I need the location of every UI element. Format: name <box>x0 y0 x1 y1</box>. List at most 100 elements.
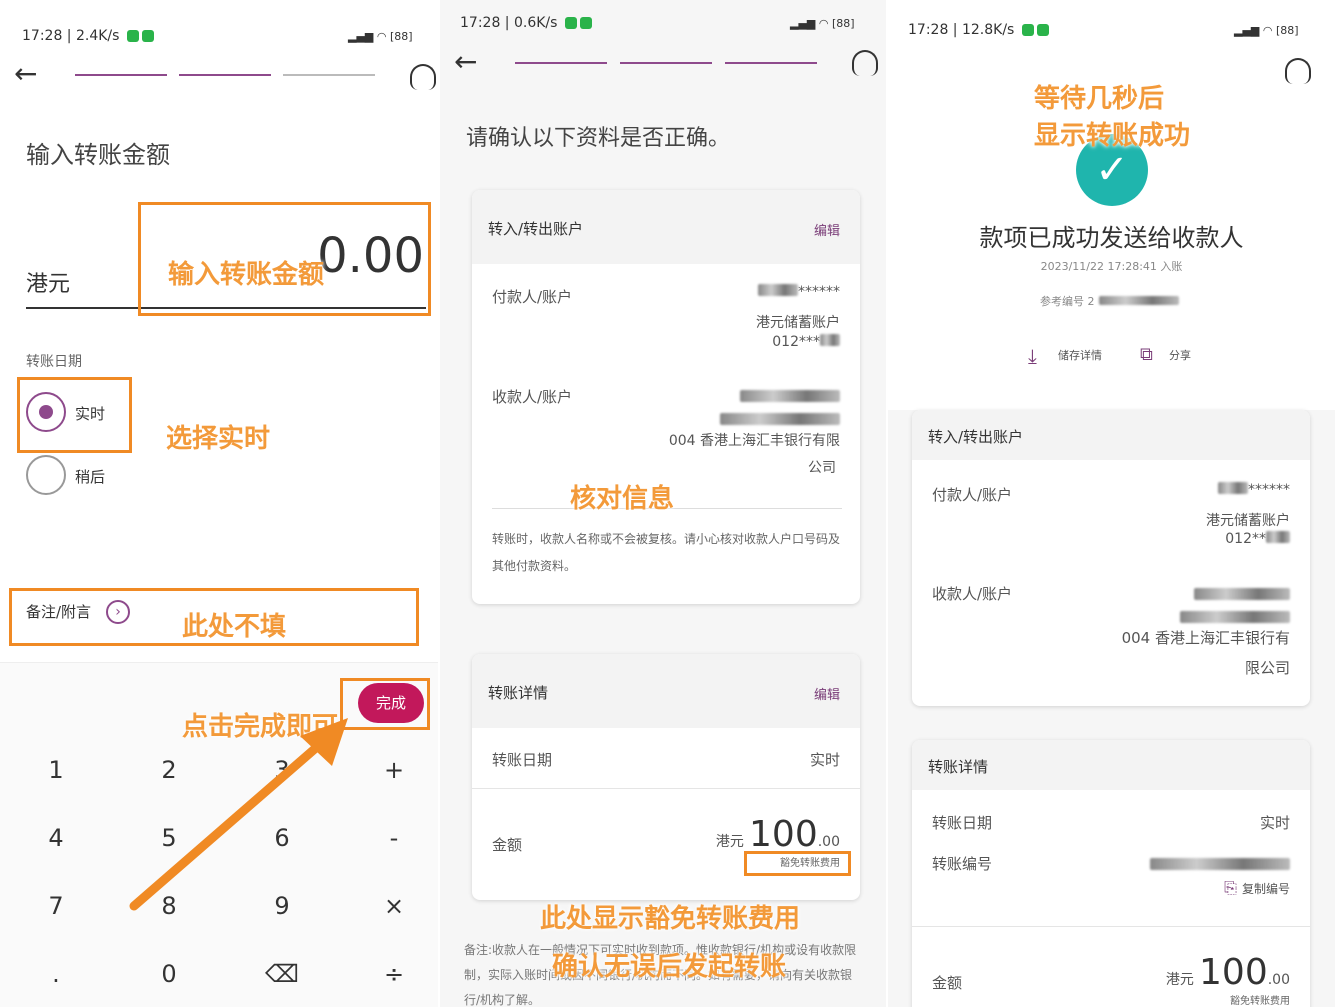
copy-icon: ⎘ <box>1224 878 1237 897</box>
currency: 港元 <box>715 834 744 850</box>
radio-later-label: 稍后 <box>75 468 106 486</box>
keypad-key[interactable]: - <box>374 824 414 852</box>
payee-label: 收款人/账户 <box>932 585 1013 603</box>
accounts-card-title: 转入/转出账户 <box>928 428 1024 446</box>
payee-account-redacted <box>1180 608 1290 627</box>
date-label: 转账日期 <box>26 354 82 370</box>
share-button[interactable]: 分享 <box>1169 347 1191 363</box>
accounts-card: 转入/转出账户 付款人/账户 ****** 港元储蓄账户 012** 收款人/账… <box>912 410 1310 706</box>
notification-icon <box>579 17 592 29</box>
success-timestamp: 2023/11/22 17:28:41 入账 <box>1040 260 1183 273</box>
payer-label: 付款人/账户 <box>492 288 573 306</box>
payer-label: 付款人/账户 <box>932 486 1013 504</box>
payee-account-redacted <box>720 410 840 429</box>
payer-account-type: 港元储蓄账户 <box>756 315 840 331</box>
save-details-button[interactable]: 储存详情 <box>1058 347 1102 363</box>
payee-verify-note: 转账时，收款人名称或不会被复核。请小心核对收款人户口号码及其他付款资料。 <box>492 532 841 573</box>
amount-label: 金额 <box>932 974 963 992</box>
success-title: 款项已成功发送给收款人 <box>979 224 1244 252</box>
amount-value: 港元 100.00 <box>716 814 840 855</box>
details-card-title: 转账详情 <box>488 684 549 702</box>
amount-value: 港元 100.00 <box>1166 952 1290 993</box>
back-arrow-icon[interactable]: ← <box>14 60 37 88</box>
transfer-ref-redacted <box>1150 855 1290 874</box>
annotation-wait-line2: 显示转账成功 <box>1034 121 1191 151</box>
status-bar: 17:28 | 12.8K/s <box>908 22 1049 38</box>
notification-icon <box>564 17 577 29</box>
keypad-key[interactable]: 0 <box>149 960 189 988</box>
copy-ref-button[interactable]: ⎘ 复制编号 <box>1224 878 1290 898</box>
progress-step-3 <box>283 74 375 76</box>
payee-bank-line1: 004 香港上海汇丰银行有限 <box>668 433 840 449</box>
annotation-box-now <box>17 377 132 453</box>
download-icon[interactable]: ⤓ <box>1028 344 1037 368</box>
progress-step-2 <box>179 74 271 76</box>
payer-name: ****** <box>758 284 840 300</box>
annotation-wait-line1: 等待几秒后 <box>1034 84 1165 114</box>
payer-account-no: 012*** <box>772 334 840 350</box>
progress-step-3 <box>725 62 817 64</box>
headset-support-icon[interactable] <box>410 64 436 90</box>
annotation-arrow <box>129 718 348 911</box>
amount-int: 100 <box>1199 952 1268 993</box>
back-arrow-icon[interactable]: ← <box>454 48 477 76</box>
keypad-key[interactable]: 4 <box>36 824 76 852</box>
headset-support-icon[interactable] <box>1285 58 1311 84</box>
payee-label: 收款人/账户 <box>492 388 573 406</box>
keypad-key[interactable]: ⌫ <box>262 960 302 988</box>
details-card-title: 转账详情 <box>928 758 989 776</box>
signal-wifi-battery: ▂▄▆ ◠ [88] <box>348 30 413 43</box>
keypad-key[interactable]: 1 <box>36 756 76 784</box>
amount-entry-screen: 17:28 | 2.4K/s ▂▄▆ ◠ [88] ← 输入转账金额 港元 0.… <box>0 0 438 1007</box>
signal-wifi-battery: ▂▄▆ ◠ [88] <box>790 17 855 30</box>
payee-bank-line1: 004 香港上海汇丰银行有 <box>1121 629 1290 647</box>
annotation-select-now: 选择实时 <box>166 424 271 454</box>
notification-icon <box>126 30 139 42</box>
confirm-heading: 请确认以下资料是否正确。 <box>466 126 731 151</box>
fee-waived-badge: 豁免转账费用 <box>1230 996 1290 1007</box>
progress-step-1 <box>515 62 607 64</box>
confirm-screen: 17:28 | 0.6K/s ▂▄▆ ◠ [88] ← 请确认以下资料是否正确。… <box>440 0 886 1007</box>
battery-level: 88 <box>394 30 409 43</box>
date-label: 转账日期 <box>492 751 553 769</box>
battery-level: 88 <box>1280 24 1295 37</box>
notification-icon <box>141 30 154 42</box>
amount-dec: .00 <box>817 834 840 850</box>
date-value: 实时 <box>809 751 840 769</box>
divider <box>912 926 1310 927</box>
payer-name: ****** <box>1218 482 1290 498</box>
progress-step-2 <box>620 62 712 64</box>
accounts-card-title: 转入/转出账户 <box>488 220 584 238</box>
amount-dec: .00 <box>1267 972 1290 988</box>
edit-details-link[interactable]: 编辑 <box>814 684 840 703</box>
notification-icon <box>1021 24 1034 36</box>
status-time: 17:28 | 2.4K/s <box>22 28 120 44</box>
status-bar: 17:28 | 2.4K/s <box>22 28 154 44</box>
keypad-key[interactable]: + <box>374 756 414 784</box>
radio-later[interactable] <box>26 455 66 495</box>
status-bar: 17:28 | 0.6K/s <box>460 15 592 31</box>
payer-account-no: 012** <box>1225 531 1290 547</box>
battery-level: 88 <box>836 17 851 30</box>
annotation-confirm: 确认无误后发起转账 <box>552 952 787 982</box>
keypad-key[interactable]: × <box>374 892 414 920</box>
currency: 港元 <box>1165 972 1194 988</box>
amount-label: 金额 <box>492 836 523 854</box>
share-icon[interactable]: ⧉ <box>1140 344 1153 365</box>
signal-wifi-battery: ▂▄▆ ◠ [88] <box>1234 24 1299 37</box>
payee-name-redacted <box>1194 585 1290 604</box>
keypad-key[interactable]: 7 <box>36 892 76 920</box>
annotation-box-fee <box>744 851 851 876</box>
accounts-card-header: 转入/转出账户 编辑 <box>472 190 860 264</box>
edit-accounts-link[interactable]: 编辑 <box>814 220 840 239</box>
payee-bank-line2: 公司 <box>808 460 836 476</box>
notification-icon <box>1036 24 1049 36</box>
keypad-key[interactable]: . <box>36 960 76 988</box>
headset-support-icon[interactable] <box>852 50 878 76</box>
success-screen: 17:28 | 12.8K/s ▂▄▆ ◠ [88] ✓ 等待几秒后 显示转账成… <box>888 0 1335 1007</box>
keypad-key[interactable]: ÷ <box>374 960 414 988</box>
accounts-card: 转入/转出账户 编辑 付款人/账户 ****** 港元储蓄账户 012*** 收… <box>472 190 860 604</box>
transfer-ref-label: 转账编号 <box>932 855 993 873</box>
date-value: 实时 <box>1259 814 1290 832</box>
progress-step-1 <box>75 74 167 76</box>
